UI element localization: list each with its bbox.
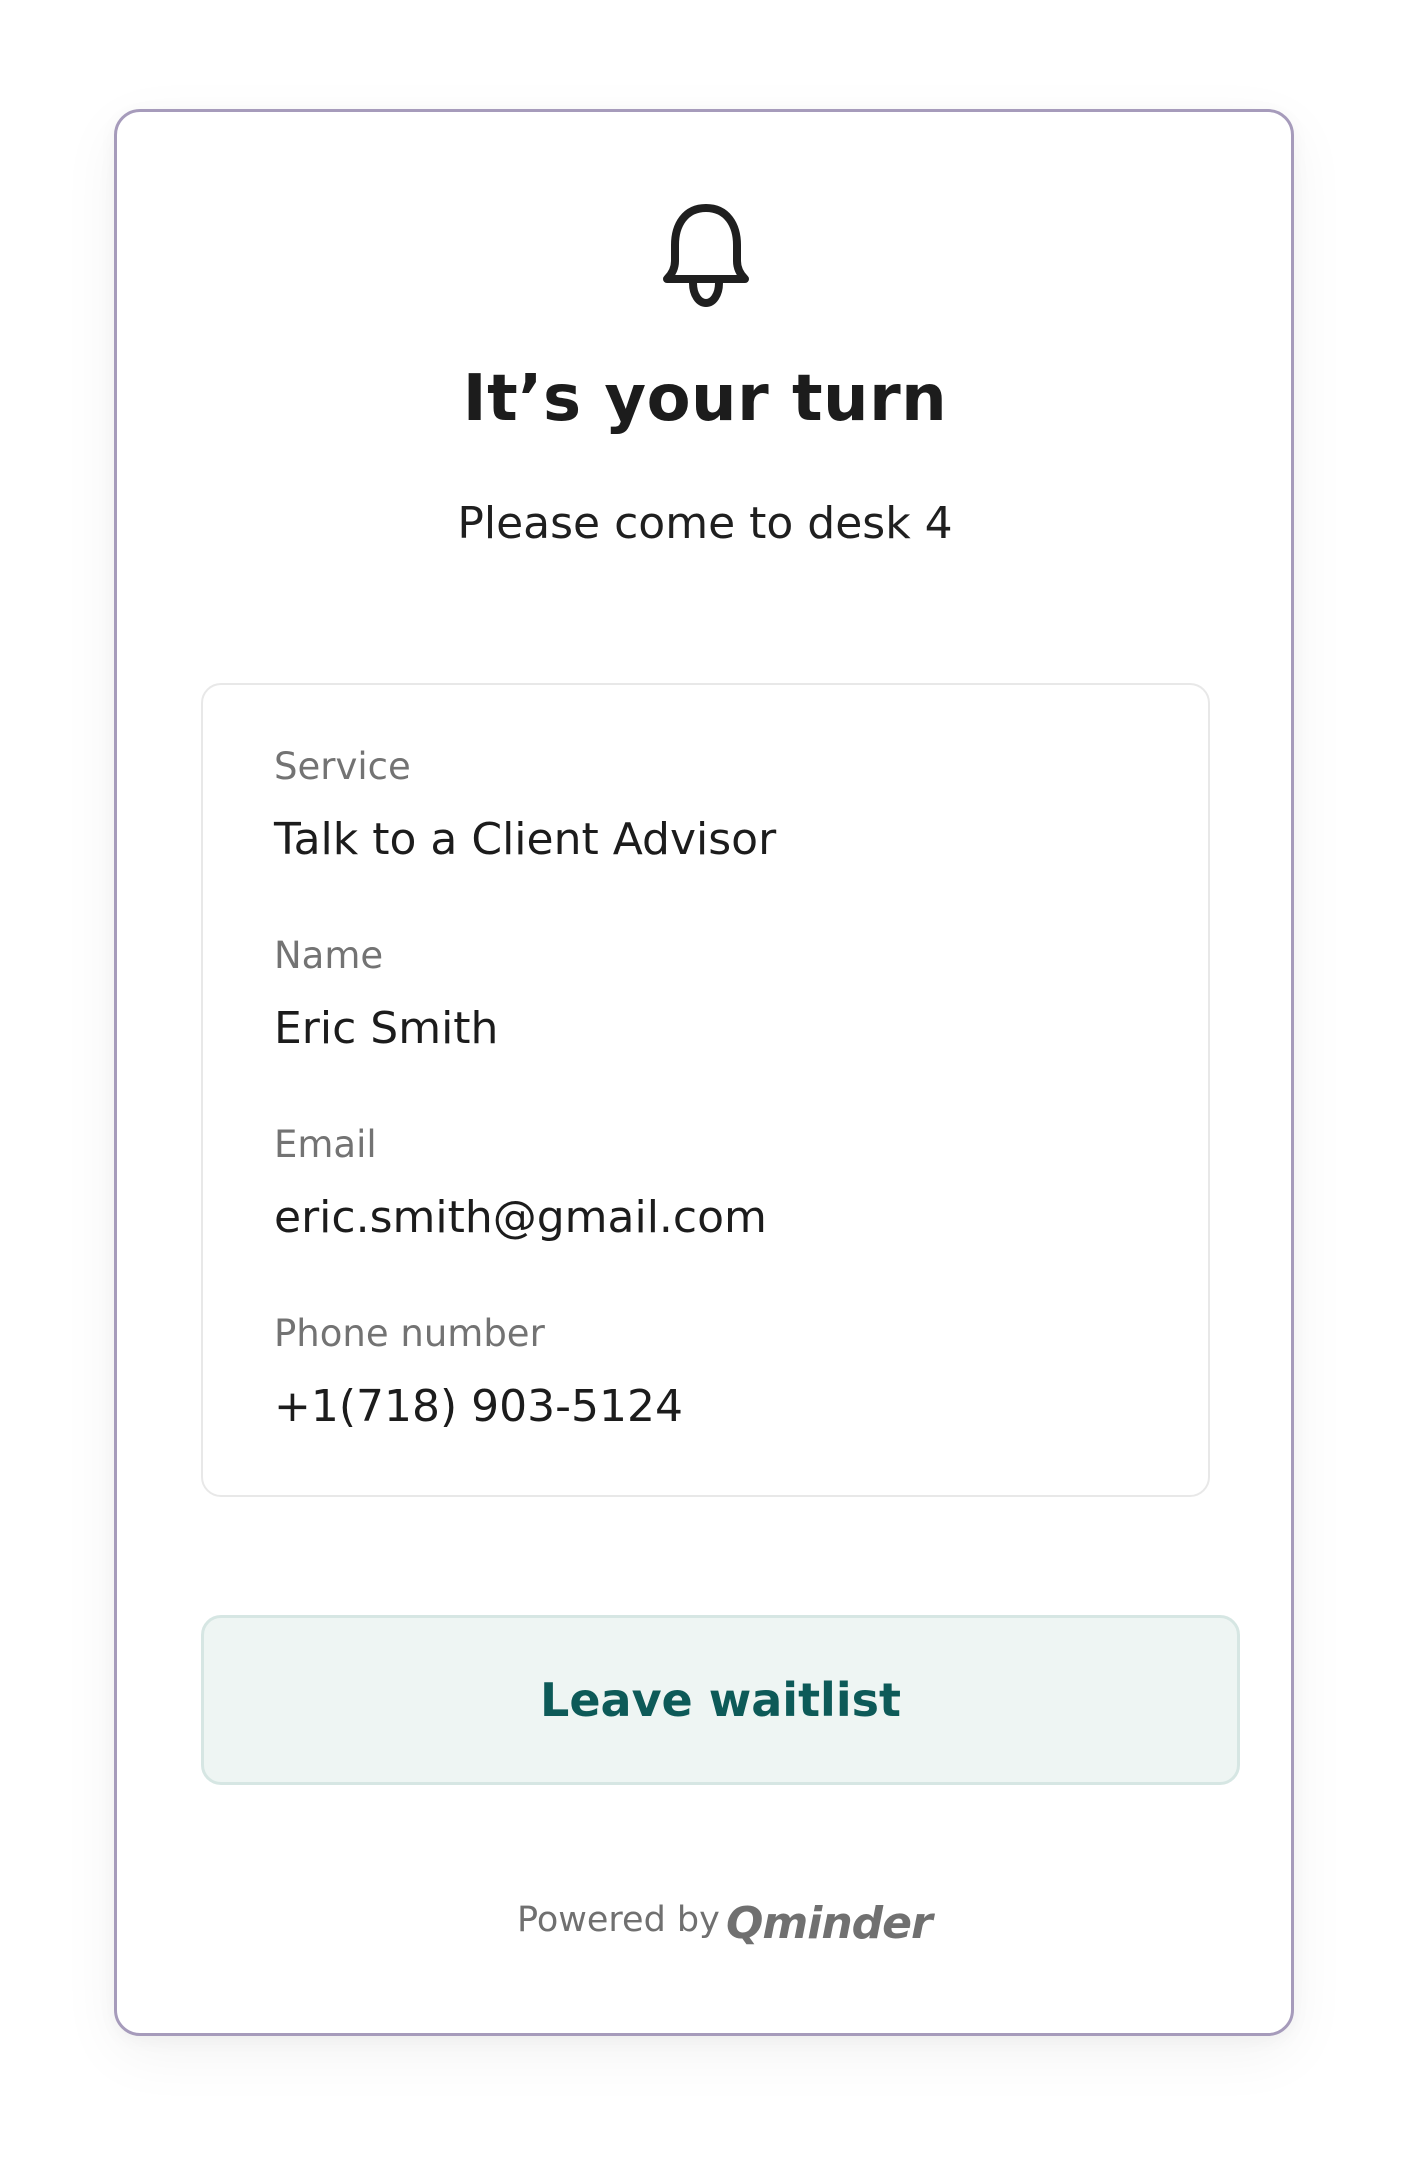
service-label: Service (274, 745, 411, 788)
qminder-logo: Qminder (726, 1893, 933, 1953)
visitor-details-card (201, 683, 1210, 1497)
page-title: It’s your turn (462, 362, 948, 436)
phone-label: Phone number (274, 1312, 545, 1355)
qminder-logo-text: Qminder (726, 1897, 933, 1949)
bell-icon (663, 204, 749, 308)
email-label: Email (274, 1123, 377, 1166)
name-value: Eric Smith (274, 1003, 499, 1054)
service-value: Talk to a Client Advisor (274, 814, 777, 865)
leave-waitlist-button[interactable]: Leave waitlist (201, 1615, 1240, 1785)
email-value: eric.smith@gmail.com (274, 1192, 767, 1243)
phone-value: +1(718) 903-5124 (274, 1381, 683, 1432)
desk-instruction: Please come to desk 4 (457, 498, 953, 549)
powered-by-text: Powered by (517, 1900, 720, 1940)
name-label: Name (274, 934, 384, 977)
